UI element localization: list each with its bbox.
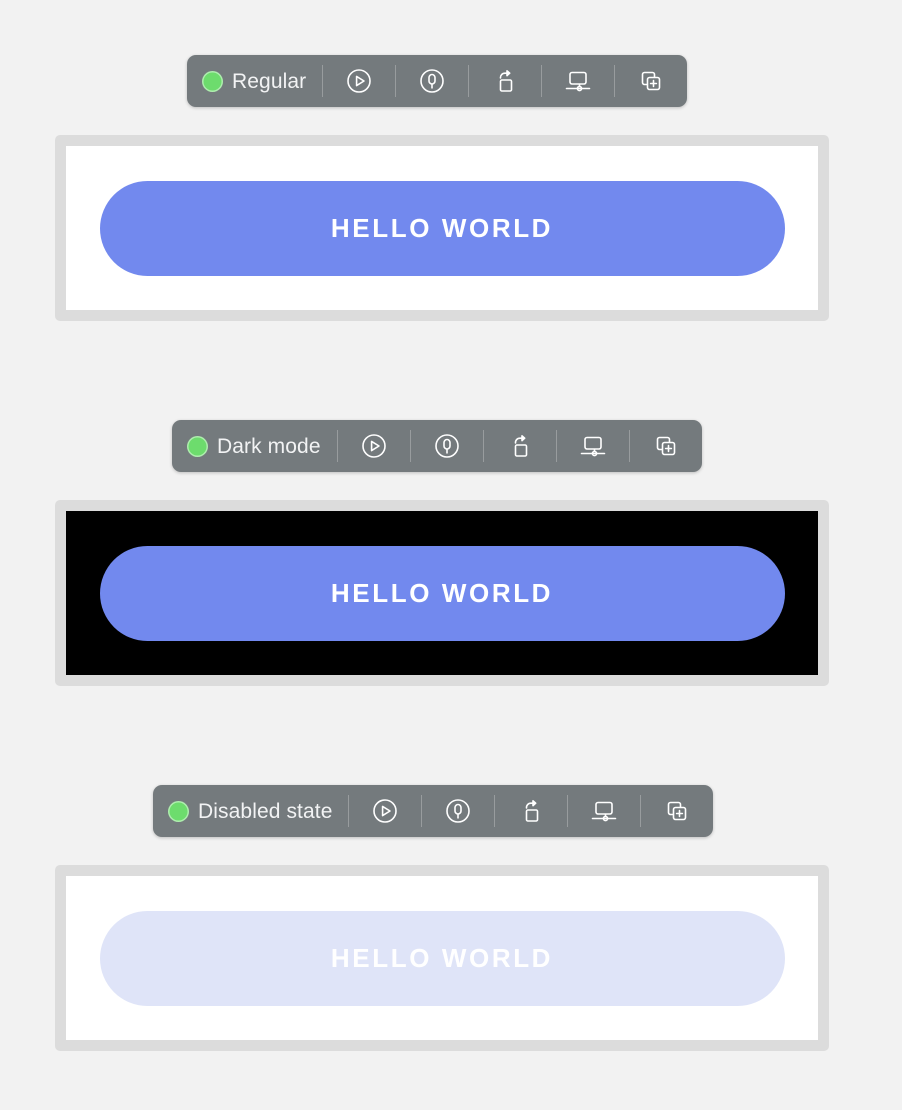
story-toolbar: Disabled state (153, 785, 714, 837)
rotate-square-icon (517, 797, 545, 825)
inspect-circle-icon (433, 432, 461, 460)
story-canvas: Hello world (66, 876, 818, 1040)
rotate-square-icon (506, 432, 534, 460)
story-status-label: Dark mode (172, 420, 337, 472)
play-circle-icon (345, 67, 373, 95)
play-circle-icon-button[interactable] (349, 785, 421, 837)
rotate-square-icon-button[interactable] (469, 55, 541, 107)
hello-world-button[interactable]: Hello world (99, 180, 785, 276)
display-icon-button[interactable] (568, 785, 640, 837)
story-status-label: Regular (187, 55, 322, 107)
play-circle-icon (371, 797, 399, 825)
story-canvas-card: Hello world (55, 500, 829, 686)
inspect-circle-icon-button[interactable] (396, 55, 468, 107)
play-circle-icon (360, 432, 388, 460)
display-icon (578, 432, 608, 460)
story-canvas: Hello world (66, 511, 818, 675)
display-icon (589, 797, 619, 825)
hello-world-button[interactable]: Hello world (99, 910, 785, 1006)
story-label-text: Disabled state (198, 799, 333, 823)
story-status-label: Disabled state (153, 785, 348, 837)
story-label-text: Dark mode (217, 434, 321, 458)
add-copy-icon-button[interactable] (615, 55, 687, 107)
story-canvas-card: Hello world (55, 865, 829, 1051)
display-icon-button[interactable] (542, 55, 614, 107)
add-copy-icon (637, 67, 665, 95)
status-dot-icon (202, 70, 223, 92)
story-block-regular: Regular HELLO WORLD (0, 55, 902, 321)
status-dot-icon (187, 435, 208, 457)
hello-world-button[interactable]: Hello world (99, 545, 785, 641)
add-copy-icon-button[interactable] (630, 420, 702, 472)
story-block-dark: Dark mode HELLO WORLD (0, 420, 902, 686)
story-canvas: Hello world (66, 146, 818, 310)
inspect-circle-icon-button[interactable] (422, 785, 494, 837)
rotate-square-icon (491, 67, 519, 95)
play-circle-icon-button[interactable] (338, 420, 410, 472)
story-toolbar: Dark mode (172, 420, 702, 472)
status-dot-icon (168, 800, 189, 822)
story-block-disabled: Disabled state HELLO WORLD (0, 785, 902, 1051)
add-copy-icon (663, 797, 691, 825)
display-icon-button[interactable] (557, 420, 629, 472)
inspect-circle-icon-button[interactable] (411, 420, 483, 472)
inspect-circle-icon (444, 797, 472, 825)
add-copy-icon-button[interactable] (641, 785, 713, 837)
display-icon (563, 67, 593, 95)
rotate-square-icon-button[interactable] (495, 785, 567, 837)
story-toolbar: Regular (187, 55, 688, 107)
story-label-text: Regular (232, 69, 307, 93)
add-copy-icon (652, 432, 680, 460)
play-circle-icon-button[interactable] (323, 55, 395, 107)
inspect-circle-icon (418, 67, 446, 95)
rotate-square-icon-button[interactable] (484, 420, 556, 472)
story-canvas-card: Hello world (55, 135, 829, 321)
